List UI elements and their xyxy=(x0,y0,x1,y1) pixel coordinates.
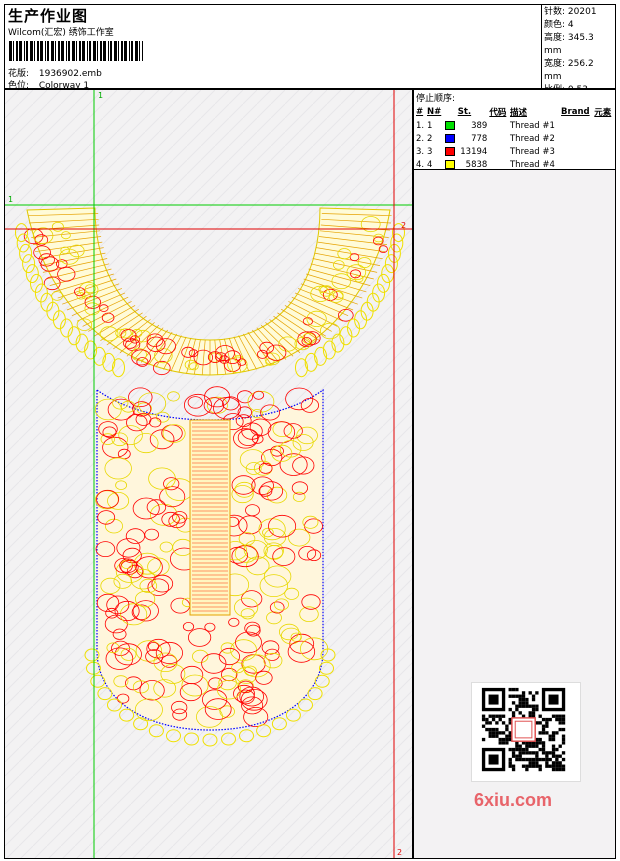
row-swatch xyxy=(444,145,458,158)
row-stitches: 5838 xyxy=(465,159,488,170)
guide-label-v1: 1 xyxy=(98,91,103,100)
row-code xyxy=(489,132,510,145)
row-swatch xyxy=(444,158,458,171)
row-stitches: 778 xyxy=(471,133,488,144)
stat-label: 宽度: xyxy=(544,59,566,69)
row-index: 3. xyxy=(416,146,425,157)
row-number: 1 xyxy=(427,120,433,131)
row-brand xyxy=(561,158,594,171)
col-swatch xyxy=(445,106,458,119)
center-placket xyxy=(189,419,231,616)
stats-panel: 针数: 20201 颜色: 4 高度: 345.3 mm 宽度: 256.2 m… xyxy=(542,5,616,95)
col-brand: Brand xyxy=(561,107,590,117)
stop-sequence-panel: 停止顺序: # N# St. 代码 描述 Brand 元素 1. 1 389 T… xyxy=(413,89,616,859)
barcode-icon xyxy=(9,41,143,61)
row-description: Thread #3 xyxy=(509,146,555,157)
col-element: 元素 xyxy=(594,108,612,118)
row-brand xyxy=(561,132,594,145)
header-info: 生产作业图 Wilcom(汇宏) 绣饰工作室 花版: 1936902.emb 色… xyxy=(5,5,542,91)
qr-code-icon xyxy=(471,682,581,782)
col-index: # xyxy=(416,107,424,117)
stat-height: 高度: 345.3 mm xyxy=(544,32,614,58)
stop-sequence-title: 停止顺序: xyxy=(416,94,456,104)
table-row: 4. 4 5838 Thread #4 xyxy=(416,158,615,171)
row-swatch xyxy=(444,132,458,145)
table-row: 3. 3 13194 Thread #3 xyxy=(416,145,615,158)
row-index: 4. xyxy=(416,159,425,170)
color-swatch-icon xyxy=(444,159,455,169)
color-swatch-icon xyxy=(444,120,455,130)
row-element xyxy=(594,132,615,145)
embroidery-design-drawing: 1 1 2 2 xyxy=(5,90,412,858)
row-brand xyxy=(561,119,594,132)
row-number: 3 xyxy=(427,146,433,157)
col-stitches: St. xyxy=(457,107,472,117)
table-row: 1. 1 389 Thread #1 xyxy=(416,119,615,132)
stop-sequence-section: 停止顺序: # N# St. 代码 描述 Brand 元素 1. 1 389 T… xyxy=(414,90,615,170)
thread-table-header: # N# St. 代码 描述 Brand 元素 xyxy=(416,106,615,119)
row-number: 4 xyxy=(427,159,433,170)
row-element xyxy=(594,158,615,171)
row-number: 2 xyxy=(427,133,433,144)
color-swatch-icon xyxy=(444,146,455,156)
row-brand xyxy=(561,145,594,158)
table-row: 2. 2 778 Thread #2 xyxy=(416,132,615,145)
row-stitches: 389 xyxy=(471,120,488,131)
design-canvas: 1 1 2 2 xyxy=(4,89,413,859)
row-description: Thread #4 xyxy=(509,159,555,170)
stat-label: 颜色: xyxy=(544,20,566,30)
guide-label-h1: 1 xyxy=(8,195,13,204)
row-description: Thread #2 xyxy=(509,133,555,144)
stat-width: 宽度: 256.2 mm xyxy=(544,58,614,84)
stat-colors: 颜色: 4 xyxy=(544,19,614,32)
col-number: N# xyxy=(427,107,442,117)
row-code xyxy=(489,145,510,158)
company-name: Wilcom(汇宏) 绣饰工作室 xyxy=(8,28,114,38)
row-code xyxy=(489,158,510,171)
col-code: 代码 xyxy=(489,108,507,118)
stat-value: 20201 xyxy=(567,7,597,17)
row-code xyxy=(489,119,510,132)
row-element xyxy=(594,119,615,132)
watermark-logo: 6xiu.com xyxy=(474,790,553,810)
stat-label: 针数: xyxy=(544,7,566,17)
row-index: 2. xyxy=(416,133,425,144)
stat-value: 4 xyxy=(567,20,574,30)
guide-label-h2: 2 xyxy=(401,221,406,230)
thread-table: # N# St. 代码 描述 Brand 元素 1. 1 389 Thread … xyxy=(416,106,615,171)
stat-label: 高度: xyxy=(544,33,566,43)
guide-label-v2: 2 xyxy=(397,848,402,857)
row-description: Thread #1 xyxy=(509,120,555,131)
row-swatch xyxy=(444,119,458,132)
page-title: 生产作业图 xyxy=(8,7,89,25)
color-swatch-icon xyxy=(444,133,455,143)
row-index: 1. xyxy=(416,120,425,131)
col-description: 描述 xyxy=(509,108,527,118)
row-element xyxy=(594,145,615,158)
row-stitches: 13194 xyxy=(460,146,488,157)
header-panel: 生产作业图 Wilcom(汇宏) 绣饰工作室 花版: 1936902.emb 色… xyxy=(4,4,616,95)
stat-stitches: 针数: 20201 xyxy=(544,6,614,19)
